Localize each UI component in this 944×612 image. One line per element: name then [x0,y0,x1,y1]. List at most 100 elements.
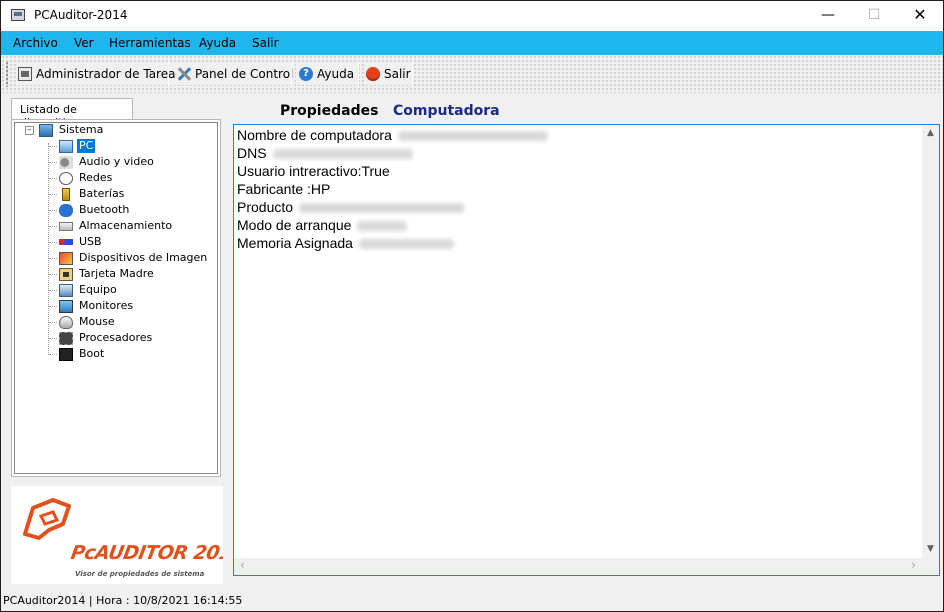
tree-item-redes[interactable]: Redes [59,170,114,186]
help-icon: ? [299,67,313,81]
tree-item-audio-video[interactable]: Audio y video [59,154,156,170]
tree-connector [49,242,57,243]
task-manager-label: Administrador de Tareas [36,67,182,81]
toolbar-separator [358,61,359,87]
vertical-scrollbar[interactable]: ▲ ▼ [922,125,939,558]
tree-connector [49,194,57,195]
tree-item-label: Boot [79,347,105,360]
tree-item-usb[interactable]: USB [59,234,104,250]
tab-propiedades[interactable]: Propiedades [280,103,378,119]
tree-item-tarjeta-madre[interactable]: Tarjeta Madre [59,266,156,282]
tree-item-baterias[interactable]: Baterías [59,186,126,202]
toolbar: Administrador de Tareas Panel de Control… [1,55,943,93]
tree-item-label: Redes [79,171,113,184]
status-bar: PCAuditor2014 | Hora : 10/8/2021 16:14:5… [1,591,943,611]
logo-tagline: Visor de propiedades de sistema [75,570,205,578]
tools-icon [177,67,191,81]
network-icon [59,171,73,185]
property-label: Nombre de computadora [237,127,392,143]
tree-item-label: Buetooth [79,203,130,216]
tab-device-list[interactable]: Listado de dispositivos [11,98,133,129]
property-label: DNS [237,145,267,161]
tree-item-mouse[interactable]: Mouse [59,314,117,330]
tree-item-label: Sistema [59,123,104,136]
task-manager-button[interactable]: Administrador de Tareas [16,63,184,85]
redacted-value [299,203,465,214]
menu-salir[interactable]: Salir [252,36,279,50]
tree-connector [49,146,57,147]
property-line: Memoria Asignada [237,234,454,252]
bluetooth-icon [59,203,73,217]
exit-button[interactable]: Salir [364,63,413,85]
toolbar-grip[interactable] [5,61,9,87]
help-button[interactable]: ? Ayuda [297,63,357,85]
menu-herramientas[interactable]: Herramientas [109,36,191,50]
tree-item-imagen[interactable]: Dispositivos de Imagen [59,250,209,266]
boot-icon [59,347,73,361]
property-label: Modo de arranque [237,217,352,233]
menu-bar: Archivo Ver Herramientas Ayuda Salir [1,31,943,55]
scroll-down-icon[interactable]: ▼ [922,541,939,558]
tree-item-equipo[interactable]: Equipo [59,282,119,298]
app-logo: PcAUDITOR 2014 Visor de propiedades de s… [11,486,223,584]
title-bar: PCAuditor-2014 — ☐ ✕ [1,1,943,31]
scroll-right-icon[interactable]: › [905,558,922,575]
tree-item-pc[interactable]: PC [59,138,96,154]
redacted-value [358,239,454,250]
tree-connector [49,162,57,163]
tree-connector [49,354,57,355]
menu-archivo[interactable]: Archivo [13,36,58,50]
tree-item-label: Mouse [79,315,115,328]
maximize-button[interactable]: ☐ [851,1,897,31]
redacted-value [272,149,413,160]
scroll-left-icon[interactable]: ‹ [234,558,251,575]
tree-item-almacenamiento[interactable]: Almacenamiento [59,218,174,234]
speaker-icon [59,155,73,169]
toolbar-separator [291,61,292,87]
close-button[interactable]: ✕ [897,1,943,31]
exit-label: Salir [384,67,411,81]
property-line: Usuario intreractivo:True [237,162,390,180]
tree-item-label: Tarjeta Madre [79,267,154,280]
tree-connector [48,143,49,355]
storage-icon [59,221,73,231]
tree-connector [49,274,57,275]
property-label: Producto [237,199,294,215]
tree-item-label: Dispositivos de Imagen [79,251,208,264]
tree-item-boot[interactable]: Boot [59,346,106,362]
tree-collapse-icon[interactable]: – [25,126,34,135]
property-label: Memoria Asignada [237,235,353,251]
mouse-icon [59,315,73,329]
tab-computadora[interactable]: Computadora [393,103,500,119]
redacted-value [397,131,548,142]
tree-item-label: Equipo [79,283,117,296]
toolbar-separator [168,61,169,87]
tree-item-procesadores[interactable]: Procesadores [59,330,154,346]
tree-item-label: Baterías [79,187,125,200]
properties-textbox[interactable]: Nombre de computadora DNS Usuario intrer… [233,124,940,576]
logo-brand: PcAUDITOR 2014 [69,542,223,564]
tree-item-bluetooth[interactable]: Buetooth [59,202,131,218]
menu-ayuda[interactable]: Ayuda [199,36,236,50]
usb-icon [59,239,73,245]
tree-item-monitores[interactable]: Monitores [59,298,135,314]
logo-emblem-icon [23,498,71,540]
control-panel-button[interactable]: Panel de Control [175,63,296,85]
property-line: DNS [237,144,413,162]
minimize-button[interactable]: — [805,1,851,31]
tree-item-label: PC [77,139,96,153]
tree-item-label: Audio y video [79,155,154,168]
property-label: Usuario intreractivo:True [237,163,390,179]
menu-ver[interactable]: Ver [74,36,94,50]
control-panel-label: Panel de Control [195,67,294,81]
tree-connector [49,338,57,339]
scroll-up-icon[interactable]: ▲ [922,125,939,142]
battery-icon [62,187,70,201]
toolbar-separator [412,61,413,87]
scroll-corner [922,558,939,575]
tree-item-sistema[interactable]: Sistema [39,122,105,138]
tree-connector [49,178,57,179]
app-icon [11,9,25,21]
horizontal-scrollbar[interactable]: ‹ › [234,558,922,575]
tree-connector [49,306,57,307]
